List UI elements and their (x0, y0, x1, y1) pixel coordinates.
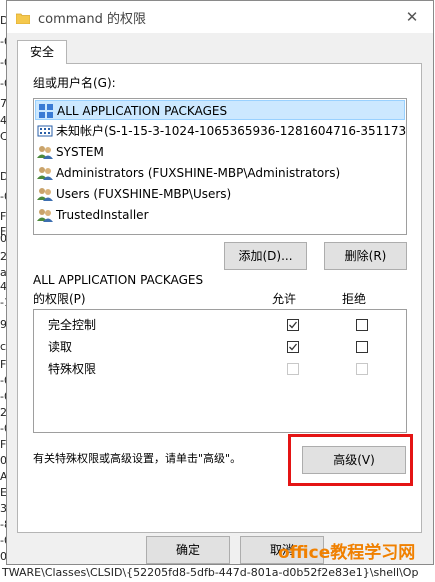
permissions-list: 完全控制 读取 特殊权限 (33, 309, 407, 433)
list-item[interactable]: TrustedInstaller (35, 205, 405, 225)
permission-row: 完全控制 (34, 314, 406, 336)
advanced-note: 有关特殊权限或高级设置，请单击"高级"。 (33, 452, 242, 465)
group-users-icon (37, 165, 53, 181)
background-path: TWARE\Classes\CLSID\{52205fd8-5dfb-447d-… (2, 566, 419, 579)
perm-subject-label: ALL APPLICATION PACKAGES (33, 273, 204, 287)
folder-icon (15, 9, 31, 25)
permission-name: 完全控制 (48, 318, 97, 332)
close-button[interactable]: ✕ (397, 4, 427, 30)
watermark: office教程学习网 (278, 543, 416, 563)
highlight-box (288, 434, 413, 486)
add-button[interactable]: 添加(D)... (224, 242, 307, 270)
list-item[interactable]: Administrators (FUXSHINE-MBP\Administrat… (35, 163, 405, 183)
close-icon: ✕ (405, 8, 419, 26)
list-item[interactable]: Users (FUXSHINE-MBP\Users) (35, 184, 405, 204)
group-users-icon (37, 186, 53, 202)
deny-checkbox (356, 363, 368, 375)
group-users-icon (37, 207, 53, 223)
dialog-title: command 的权限 (38, 12, 147, 27)
groups-label: 组或用户名(G): (33, 76, 116, 90)
deny-checkbox[interactable] (356, 341, 368, 353)
app-packages-icon (38, 103, 54, 119)
list-item-label: Users (FUXSHINE-MBP\Users) (56, 187, 232, 201)
permission-name: 特殊权限 (48, 362, 97, 376)
unknown-account-icon (37, 123, 53, 139)
deny-column-header: 拒绝 (342, 292, 367, 306)
permission-row: 特殊权限 (34, 358, 406, 380)
allow-checkbox (287, 363, 299, 375)
ok-button[interactable]: 确定 (146, 536, 230, 564)
list-item-label: Administrators (FUXSHINE-MBP\Administrat… (56, 166, 341, 180)
remove-button[interactable]: 删除(R) (324, 242, 407, 270)
list-item[interactable]: 未知帐户(S-1-15-3-1024-1065365936-1281604716… (35, 121, 407, 141)
perm-header-label: 的权限(P) (33, 292, 86, 306)
deny-checkbox[interactable] (356, 319, 368, 331)
list-item-label: ALL APPLICATION PACKAGES (57, 104, 228, 118)
list-item-label: SYSTEM (56, 145, 104, 159)
list-item[interactable]: ALL APPLICATION PACKAGES (35, 100, 405, 120)
allow-checkbox[interactable] (287, 341, 299, 353)
permission-row: 读取 (34, 336, 406, 358)
allow-column-header: 允许 (272, 292, 297, 306)
tab-security[interactable]: 安全 (17, 40, 67, 64)
group-users-icon (37, 144, 53, 160)
allow-checkbox[interactable] (287, 319, 299, 331)
list-item-label: 未知帐户(S-1-15-3-1024-1065365936-1281604716… (56, 124, 407, 138)
list-item-label: TrustedInstaller (56, 208, 149, 222)
background-path-strip: TWARE\Classes\CLSID\{52205fd8-5dfb-447d-… (0, 565, 435, 582)
title-bar[interactable]: command 的权限 ✕ (7, 1, 433, 33)
list-item[interactable]: SYSTEM (35, 142, 405, 162)
permission-name: 读取 (48, 340, 73, 354)
users-listbox[interactable]: ALL APPLICATION PACKAGES 未知帐户(S-1-15-3-1… (33, 98, 407, 235)
